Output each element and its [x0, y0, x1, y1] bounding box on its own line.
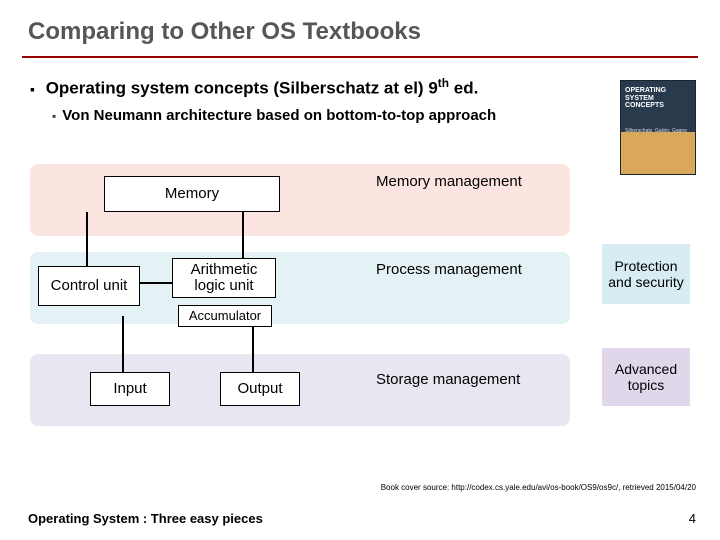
- footer-text: Operating System : Three easy pieces: [28, 511, 263, 526]
- side-advanced-topics: Advanced topics: [602, 348, 690, 406]
- label-storage-mgmt: Storage management: [376, 372, 520, 389]
- bullet1-sup: th: [438, 76, 449, 90]
- bullet-level1: Operating system concepts (Silberschatz …: [30, 76, 698, 99]
- side-protection-security: Protection and security: [602, 244, 690, 304]
- box-alu: Arithmetic logic unit: [172, 258, 276, 298]
- bullet1-text-post: ed.: [449, 79, 478, 98]
- connector: [140, 282, 172, 284]
- cover-title: OPERATING SYSTEM CONCEPTS: [625, 87, 691, 110]
- diagram: Memory management Process management Sto…: [30, 150, 690, 450]
- box-memory: Memory: [104, 176, 280, 212]
- page-title: Comparing to Other OS Textbooks: [0, 0, 720, 54]
- content-area: Operating system concepts (Silberschatz …: [0, 58, 720, 124]
- box-output: Output: [220, 372, 300, 406]
- page-number: 4: [689, 511, 696, 526]
- box-control-unit: Control unit: [38, 266, 140, 306]
- footer: Operating System : Three easy pieces 4: [28, 511, 696, 526]
- label-memory-mgmt: Memory management: [376, 174, 522, 191]
- box-accumulator: Accumulator: [178, 305, 272, 327]
- label-process-mgmt: Process management: [376, 262, 522, 279]
- connector: [122, 316, 124, 372]
- cover-authors: Silberschatz, Galvin, Gagne: [625, 129, 691, 135]
- bullet1-text-pre: Operating system concepts (Silberschatz …: [46, 79, 438, 98]
- source-note: Book cover source: http://codex.cs.yale.…: [381, 483, 696, 492]
- connector: [86, 212, 88, 266]
- box-input: Input: [90, 372, 170, 406]
- bullet-level2: Von Neumann architecture based on bottom…: [52, 107, 698, 124]
